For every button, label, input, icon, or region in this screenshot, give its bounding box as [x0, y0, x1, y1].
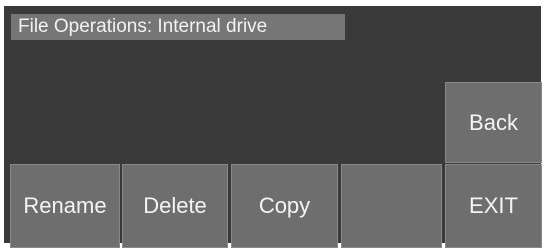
back-button[interactable]: Back	[445, 82, 542, 163]
exit-button[interactable]: EXIT	[445, 164, 542, 248]
delete-button[interactable]: Delete	[122, 164, 228, 248]
unlabeled-button[interactable]	[341, 164, 442, 248]
file-operations-screen: File Operations: Internal drive Back Ren…	[4, 6, 542, 248]
rename-button[interactable]: Rename	[10, 164, 120, 248]
copy-button[interactable]: Copy	[231, 164, 338, 248]
screen-title: File Operations: Internal drive	[11, 14, 345, 40]
